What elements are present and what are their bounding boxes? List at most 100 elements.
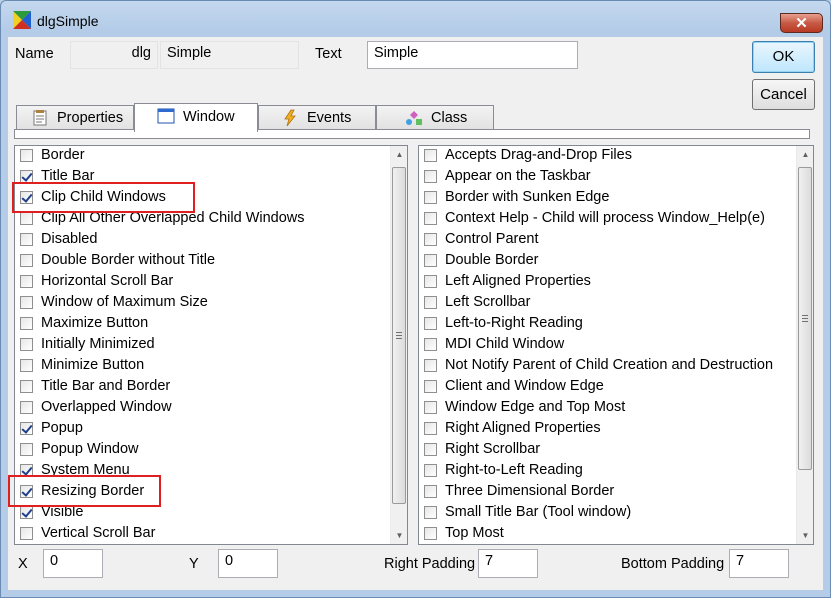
scroll-down-icon[interactable]: ▼ [391,527,407,544]
checkbox[interactable] [20,527,33,540]
checkbox[interactable] [20,317,33,330]
list-item-label: Client and Window Edge [445,378,604,394]
cancel-button[interactable]: Cancel [752,79,815,110]
list-item-label: Left Scrollbar [445,294,531,310]
close-button[interactable]: ✕ [780,13,823,33]
properties-icon [33,110,47,126]
list-item-label: Left-to-Right Reading [445,315,583,331]
list-item-label: Title Bar [41,168,95,184]
list-item-label: Overlapped Window [41,399,172,415]
list-item-label: Right-to-Left Reading [445,462,583,478]
list-item-label: Horizontal Scroll Bar [41,273,174,289]
list-item-label: Disabled [41,231,98,247]
list-item-label: Window Edge and Top Most [445,399,626,415]
list-item-label: Initially Minimized [41,336,155,352]
checkbox[interactable] [20,275,33,288]
checkbox[interactable] [424,317,437,330]
class-icon [406,111,422,125]
x-field[interactable]: 0 [43,549,103,578]
checkbox[interactable] [20,443,33,456]
window-icon [157,108,175,124]
list-item-label: Accepts Drag-and-Drop Files [445,147,632,163]
checkbox[interactable] [424,506,437,519]
y-label: Y [189,556,199,572]
right-scrollbar[interactable]: ▲ ▼ [796,146,813,544]
checkbox[interactable] [20,233,33,246]
checkbox[interactable] [424,359,437,372]
list-item-label: Popup [41,420,83,436]
checkbox[interactable] [424,170,437,183]
checkbox[interactable] [20,338,33,351]
checkbox[interactable] [424,275,437,288]
checkbox[interactable] [424,191,437,204]
list-item-label: Not Notify Parent of Child Creation and … [445,357,774,373]
close-icon: ✕ [795,15,808,32]
checkbox[interactable] [424,212,437,225]
right-scroll-thumb[interactable] [798,167,812,470]
extended-styles-list[interactable]: Accepts Drag-and-Drop Files Appear on the… [418,145,814,545]
left-scrollbar[interactable]: ▲ ▼ [390,146,407,544]
right-padding-field[interactable]: 7 [478,549,538,578]
checkbox[interactable] [424,527,437,540]
checkbox-checked[interactable] [20,170,33,183]
checkbox-checked[interactable] [20,485,33,498]
checkbox[interactable] [20,212,33,225]
name-prefix-field: dlg [70,41,158,69]
checkbox[interactable] [20,401,33,414]
scroll-up-icon[interactable]: ▲ [391,146,407,163]
checkbox[interactable] [20,149,33,162]
checkbox[interactable] [20,254,33,267]
tab-properties-label: Properties [57,110,124,126]
grip-icon [396,332,402,339]
list-item-label: Minimize Button [41,357,145,373]
window-styles-list[interactable]: Border Title Bar Clip Child Windows Clip Al… [14,145,408,545]
tab-events[interactable]: Events [258,105,376,130]
list-item-label: Resizing Border [41,483,145,499]
list-item-label: Left Aligned Properties [445,273,591,289]
checkbox[interactable] [424,443,437,456]
checkbox[interactable] [424,485,437,498]
checkbox[interactable] [424,422,437,435]
list-item-label: Right Aligned Properties [445,420,601,436]
checkbox[interactable] [424,401,437,414]
list-item-label: Border with Sunken Edge [445,189,610,205]
tab-class[interactable]: Class [376,105,494,130]
list-item-label: Three Dimensional Border [445,483,615,499]
list-item-label: Right Scrollbar [445,441,541,457]
list-item-label: Small Title Bar (Tool window) [445,504,632,520]
list-item-label: Clip All Other Overlapped Child Windows [41,210,305,226]
text-field[interactable]: Simple [367,41,578,69]
checkbox[interactable] [424,338,437,351]
checkbox-checked[interactable] [20,422,33,435]
list-item-label: Title Bar and Border [41,378,171,394]
left-scroll-thumb[interactable] [392,167,406,504]
checkbox-checked[interactable] [20,506,33,519]
list-item-label: Top Most [445,525,504,541]
checkbox[interactable] [424,464,437,477]
bottom-padding-label: Bottom Padding [621,556,725,572]
scroll-down-icon[interactable]: ▼ [797,527,813,544]
list-item-label: Context Help - Child will process Window… [445,210,765,226]
name-label: Name [15,46,54,62]
list-item-label: Popup Window [41,441,139,457]
y-field[interactable]: 0 [218,549,278,578]
checkbox[interactable] [20,380,33,393]
checkbox-checked[interactable] [20,191,33,204]
checkbox[interactable] [424,149,437,162]
checkbox[interactable] [424,233,437,246]
name-field[interactable]: Simple [160,41,299,69]
checkbox[interactable] [424,296,437,309]
checkbox[interactable] [424,254,437,267]
tab-properties[interactable]: Properties [16,105,134,130]
checkbox-checked[interactable] [20,464,33,477]
checkbox[interactable] [424,380,437,393]
ok-button[interactable]: OK [752,41,815,73]
scroll-up-icon[interactable]: ▲ [797,146,813,163]
dialog-client: Name dlg Simple Text Simple OK Cancel Pr… [8,37,823,590]
tab-window[interactable]: Window [134,103,258,132]
bottom-padding-field[interactable]: 7 [729,549,789,578]
list-item-label: Clip Child Windows [41,189,166,205]
checkbox[interactable] [20,296,33,309]
checkbox[interactable] [20,359,33,372]
title-bar[interactable]: dlgSimple ✕ [1,1,830,35]
